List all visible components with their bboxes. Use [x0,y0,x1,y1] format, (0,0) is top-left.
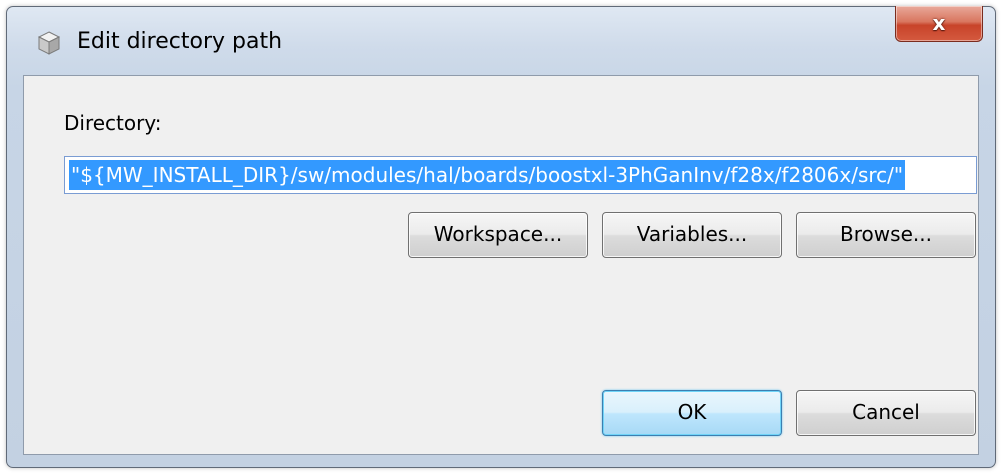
workspace-button[interactable]: Workspace... [408,212,588,258]
close-icon: x [932,11,946,35]
edit-directory-dialog: Edit directory path x Directory: "${MW_I… [6,6,996,468]
ok-button-label: OK [677,400,707,424]
cancel-button-label: Cancel [852,400,920,424]
directory-label: Directory: [64,111,162,135]
workspace-button-label: Workspace... [433,222,563,246]
ok-button[interactable]: OK [602,390,782,436]
cancel-button[interactable]: Cancel [796,390,976,436]
directory-input-selected-text[interactable]: "${MW_INSTALL_DIR}/sw/modules/hal/boards… [69,160,906,190]
variables-button-label: Variables... [636,222,748,246]
browse-button-label: Browse... [840,222,932,246]
title-bar[interactable]: Edit directory path x [7,6,995,75]
directory-input[interactable]: "${MW_INSTALL_DIR}/sw/modules/hal/boards… [64,156,977,194]
browse-button[interactable]: Browse... [796,212,976,258]
variables-button[interactable]: Variables... [602,212,782,258]
close-button[interactable]: x [895,6,983,42]
screen: Edit directory path x Directory: "${MW_I… [0,0,1002,474]
dialog-cube-icon [37,31,61,55]
window-title: Edit directory path [77,29,283,54]
dialog-body: Directory: "${MW_INSTALL_DIR}/sw/modules… [23,75,979,455]
